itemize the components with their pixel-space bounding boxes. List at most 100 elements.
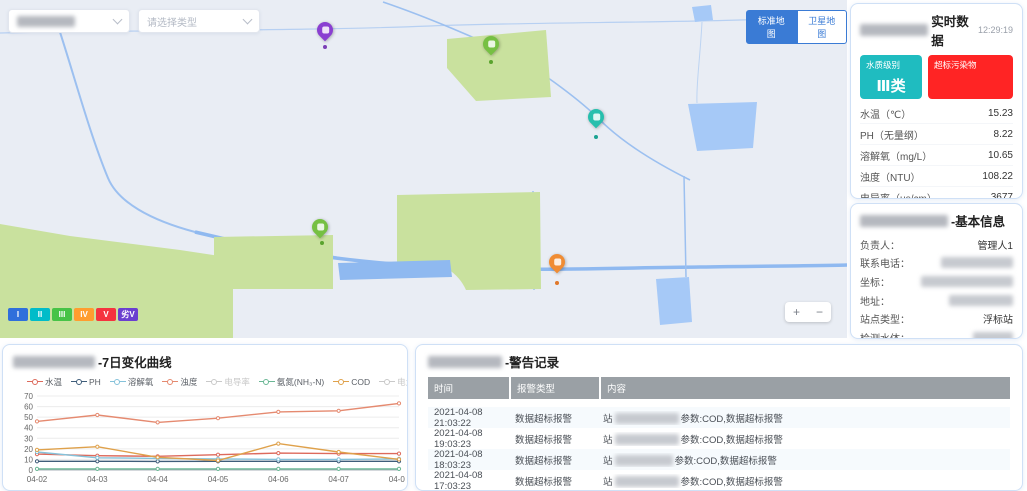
legend-class-5: V: [96, 308, 116, 321]
svg-text:04-04: 04-04: [147, 475, 168, 484]
info-value: 管理人1: [977, 237, 1013, 252]
standard-map-button[interactable]: 标准地图: [746, 10, 797, 44]
series-marker-icon: [162, 378, 178, 386]
svg-text:20: 20: [24, 445, 33, 454]
alert-time: 2021-04-08 19:03:23: [428, 428, 509, 450]
svg-text:04-05: 04-05: [208, 475, 229, 484]
realtime-metric-list: 水温（℃） 15.23 PH（无量纲）8.22 溶解氧（mg/L）10.65 浊度…: [860, 103, 1013, 199]
info-label: 地址：: [860, 293, 890, 308]
series-marker-icon: [206, 378, 222, 386]
info-row: 站点类型： 浮标站: [860, 309, 1013, 328]
alert-content: 站参数:COD,数据超标报警: [597, 453, 1010, 467]
table-row[interactable]: 2021-04-08 18:03:23 数据超标报警 站参数:COD,数据超标报…: [428, 449, 1010, 470]
satellite-map-button[interactable]: 卫星地图: [797, 10, 848, 44]
legend-class-4: IV: [74, 308, 94, 321]
legend-item-ph[interactable]: PH: [71, 376, 101, 388]
column-header-time: 时间: [428, 377, 509, 399]
station-icon: [322, 27, 329, 34]
metric-row: PH（无量纲）8.22: [860, 124, 1013, 145]
station-name-redacted: [428, 356, 502, 368]
info-row: 地址：: [860, 291, 1013, 310]
svg-text:04-03: 04-03: [87, 475, 108, 484]
legend-item-battery[interactable]: 电量: [379, 376, 408, 388]
metric-row: 浊度（NTU）108.22: [860, 166, 1013, 187]
legend-item-conductivity[interactable]: 电导率: [206, 376, 250, 388]
station-select[interactable]: [8, 9, 130, 33]
warning-records-title-text: -警告记录: [505, 352, 559, 371]
type-select[interactable]: 请选择类型: [138, 9, 260, 33]
alert-type: 数据超标报警: [509, 453, 597, 467]
svg-text:04-02: 04-02: [27, 475, 48, 484]
alert-content: 站参数:COD,数据超标报警: [597, 432, 1010, 446]
metric-row: 溶解氧（mg/L）10.65: [860, 145, 1013, 166]
svg-text:10: 10: [24, 455, 33, 464]
table-row[interactable]: 2021-04-08 19:03:23 数据超标报警 站参数:COD,数据超标报…: [428, 428, 1010, 449]
legend-item-cod[interactable]: COD: [333, 376, 370, 388]
water-quality-legend: I II III IV V 劣V: [8, 308, 138, 321]
legend-item-water-temp[interactable]: 水温: [27, 376, 62, 388]
station-dot-green-1: [489, 60, 493, 64]
line-chart: 01020304050607004-0204-0304-0404-0504-06…: [13, 390, 405, 490]
map-zoom-controls: + −: [785, 302, 831, 322]
column-header-type: 报警类型: [511, 377, 599, 399]
info-row: 坐标：: [860, 272, 1013, 291]
basic-info-panel: -基本信息 负责人： 管理人1 联系电话： 坐标： 地址： 站点类型： 浮标站 检测…: [850, 203, 1023, 339]
info-label: 联系电话：: [860, 255, 910, 270]
station-icon: [593, 114, 600, 121]
basic-info-list: 负责人：管理人1 联系电话： 坐标： 地址： 站点类型：浮标站 检测水体： 所属…: [860, 235, 1013, 339]
basic-info-title-text: -基本信息: [951, 211, 1005, 230]
station-dot-teal: [594, 135, 598, 139]
legend-item-turbidity[interactable]: 浊度: [162, 376, 197, 388]
info-label: 负责人：: [860, 237, 900, 252]
station-name-redacted: [615, 434, 679, 445]
alert-time: 2021-04-08 17:03:23: [428, 470, 509, 491]
info-row: 检测水体：: [860, 328, 1013, 339]
station-name-redacted: [860, 24, 928, 36]
station-select-value-redacted: [17, 16, 75, 27]
trend-chart-title-text: -7日变化曲线: [98, 352, 172, 371]
station-name-redacted: [860, 215, 948, 227]
info-value-redacted: [921, 276, 1013, 287]
station-dot-purple: [323, 45, 327, 49]
trend-chart-title: -7日变化曲线: [13, 352, 397, 371]
warning-records-panel: -警告记录 时间 报警类型 内容 2021-04-08 21:03:22 数据超…: [415, 344, 1023, 491]
table-row[interactable]: 2021-04-08 21:03:22 数据超标报警 站参数:COD,数据超标报…: [428, 407, 1010, 428]
info-row: 负责人： 管理人1: [860, 235, 1013, 254]
svg-text:04-07: 04-07: [328, 475, 349, 484]
zoom-out-button[interactable]: −: [808, 302, 831, 322]
station-icon: [488, 41, 495, 48]
chart-legend: 水温 PH 溶解氧 浊度 电导率 氨氮(NH₃-N) COD 电量: [27, 376, 397, 388]
legend-class-3: III: [52, 308, 72, 321]
table-row[interactable]: 2021-04-08 17:03:23 数据超标报警 站参数:COD,数据超标报…: [428, 470, 1010, 491]
svg-text:60: 60: [24, 403, 33, 412]
info-value: 浮标站: [983, 311, 1013, 326]
warning-records-title: -警告记录: [428, 352, 1010, 371]
info-value-redacted: [973, 332, 1013, 339]
svg-text:30: 30: [24, 434, 33, 443]
zoom-in-button[interactable]: +: [785, 302, 808, 322]
svg-text:0: 0: [29, 466, 34, 475]
water-quality-dashboard: 请选择类型 标准地图 卫星地图 I II III IV V 劣V +: [0, 0, 1027, 491]
info-value-redacted: [941, 257, 1013, 268]
realtime-panel-title: 实时数据 12:29:19: [860, 11, 1013, 49]
series-marker-icon: [333, 378, 349, 386]
legend-item-dissolved-oxygen[interactable]: 溶解氧: [110, 376, 154, 388]
map-layer-toggle: 标准地图 卫星地图: [746, 10, 847, 44]
warning-table-header: 时间 报警类型 内容: [428, 377, 1010, 399]
info-row: 联系电话：: [860, 254, 1013, 273]
metric-value: 15.23: [988, 108, 1013, 119]
warning-table-body: 2021-04-08 21:03:22 数据超标报警 站参数:COD,数据超标报…: [428, 407, 1010, 491]
legend-item-ammonia[interactable]: 氨氮(NH₃-N): [259, 376, 324, 388]
alert-content: 站参数:COD,数据超标报警: [597, 411, 1010, 425]
svg-text:04-08: 04-08: [389, 475, 405, 484]
map-canvas[interactable]: 请选择类型 标准地图 卫星地图 I II III IV V 劣V +: [0, 0, 847, 338]
metric-label: 水温（℃）: [860, 106, 911, 121]
metric-value: 10.65: [988, 150, 1013, 161]
metric-value: 108.22: [982, 171, 1013, 182]
alert-type: 数据超标报警: [509, 474, 597, 488]
alert-time: 2021-04-08 18:03:23: [428, 449, 509, 471]
metric-label: PH（无量纲）: [860, 127, 924, 142]
station-dot-orange: [555, 281, 559, 285]
station-icon: [554, 259, 561, 266]
info-label: 站点类型：: [860, 311, 910, 326]
